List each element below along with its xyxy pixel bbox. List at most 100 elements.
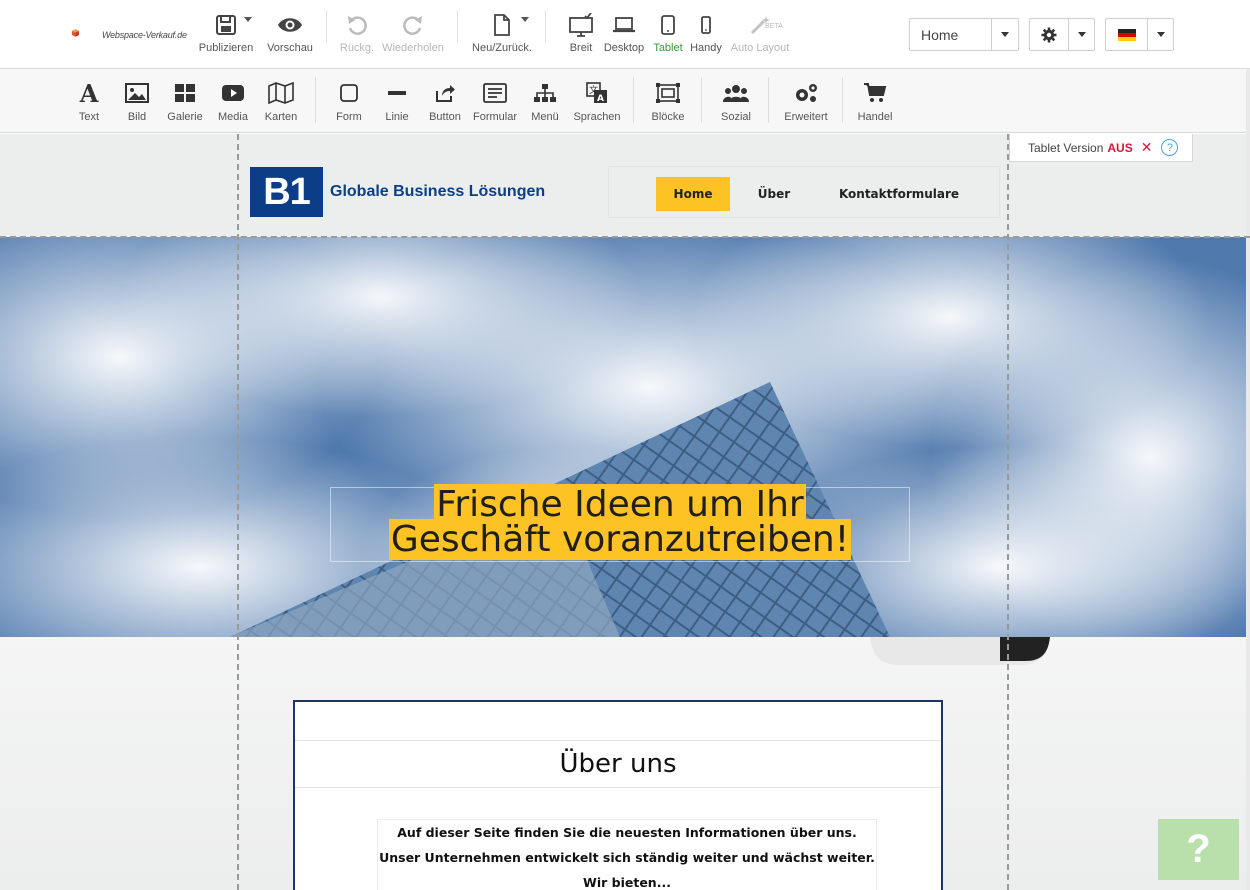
add-media-button[interactable]: Media	[214, 79, 252, 123]
new-page-button[interactable]: Neu/Zurück.	[468, 10, 536, 54]
add-button-button[interactable]: Button	[424, 79, 466, 123]
add-image-button[interactable]: Bild	[118, 79, 156, 123]
site-nav[interactable]: Home Über Kontaktformulare	[608, 166, 1000, 218]
settings-dropdown[interactable]	[1029, 18, 1095, 51]
add-blocks-label: Blöcke	[651, 111, 685, 123]
monitor-icon	[569, 13, 593, 37]
video-play-icon	[222, 85, 244, 101]
chevron-down-icon	[1156, 32, 1165, 37]
add-map-label: Karten	[264, 111, 298, 123]
view-tablet-button[interactable]: Tablet	[650, 10, 686, 54]
add-advanced-label: Erweitert	[784, 111, 828, 123]
add-form-button[interactable]: Formular	[470, 79, 520, 123]
top-toolbar: Webspace-Verkauf.de Publizieren Vorschau…	[0, 0, 1250, 69]
view-tablet-label: Tablet	[653, 42, 683, 54]
layout-guide-left	[237, 134, 239, 890]
about-title[interactable]: Über uns	[295, 740, 941, 788]
add-menu-button[interactable]: Menü	[526, 79, 564, 123]
add-languages-label: Sprachen	[573, 111, 621, 123]
add-form-label: Formular	[472, 111, 517, 123]
svg-text:A: A	[597, 94, 604, 104]
add-text-button[interactable]: A Text	[72, 79, 106, 124]
add-gallery-label: Galerie	[167, 111, 203, 123]
share-icon	[436, 85, 455, 102]
language-dropdown[interactable]	[1105, 18, 1174, 51]
undo-label: Rückg.	[339, 42, 375, 54]
add-blocks-button[interactable]: Blöcke	[648, 79, 688, 123]
auto-layout-label: Auto Layout	[730, 42, 790, 54]
redo-button[interactable]: Wiederholen	[380, 10, 446, 54]
add-media-label: Media	[218, 111, 248, 123]
tablet-version-label: Tablet Version	[1028, 140, 1104, 155]
logo-text: Webspace-Verkauf.de	[102, 30, 187, 40]
hero-headline-line-2: Geschäft voranzutreiben!	[388, 519, 852, 560]
view-mobile-label: Handy	[690, 42, 722, 54]
page-select-value: Home	[921, 26, 959, 43]
site-logo[interactable]: B1	[250, 167, 323, 217]
view-wide-label: Breit	[569, 42, 593, 54]
chevron-down-icon	[1001, 32, 1010, 37]
site-brand-name[interactable]: Globale Business Lösungen	[330, 183, 545, 201]
sitemap-icon	[534, 84, 556, 102]
divider	[315, 77, 316, 123]
gear-icon	[1041, 27, 1057, 42]
chevron-down-icon[interactable]	[521, 17, 529, 22]
about-text[interactable]: Auf dieser Seite finden Sie die neuesten…	[377, 819, 877, 890]
tablet-version-state[interactable]: AUS	[1107, 141, 1132, 155]
auto-layout-button[interactable]: BETA Auto Layout	[728, 10, 792, 54]
new-page-label: Neu/Zurück.	[472, 42, 532, 54]
add-image-label: Bild	[127, 111, 147, 123]
add-map-button[interactable]: Karten	[262, 79, 300, 123]
add-line-button[interactable]: Linie	[380, 79, 414, 123]
view-mobile-button[interactable]: Handy	[688, 10, 724, 54]
view-desktop-label: Desktop	[603, 42, 645, 54]
scrollbar[interactable]	[1246, 69, 1250, 890]
hero-section[interactable]: Frische Ideen um Ihr Geschäft voranzutre…	[0, 237, 1250, 637]
nav-item-contact[interactable]: Kontaktformulare	[829, 177, 969, 211]
publish-button[interactable]: Publizieren	[196, 10, 256, 54]
divider	[633, 77, 634, 123]
phone-decoration-image	[870, 637, 1050, 665]
about-section[interactable]: Über uns Auf dieser Seite finden Sie die…	[0, 637, 1250, 890]
add-gallery-button[interactable]: Galerie	[164, 79, 206, 123]
close-icon[interactable]: ✕	[1141, 139, 1153, 156]
undo-icon	[348, 16, 367, 35]
help-icon[interactable]: ?	[1161, 139, 1179, 156]
view-desktop-button[interactable]: Desktop	[602, 10, 646, 54]
page-select[interactable]: Home	[909, 18, 1019, 51]
gears-icon	[796, 84, 817, 102]
tablet-version-toggle[interactable]: Tablet Version AUS ✕ ?	[1009, 134, 1193, 162]
german-flag-icon	[1117, 28, 1136, 41]
form-icon	[483, 83, 507, 103]
add-shape-button[interactable]: Form	[332, 79, 366, 123]
add-advanced-button[interactable]: Erweitert	[780, 79, 832, 123]
redo-icon	[403, 16, 422, 35]
phone-icon	[701, 16, 711, 34]
preview-button[interactable]: Vorschau	[262, 10, 318, 54]
view-wide-button[interactable]: Breit	[564, 10, 598, 54]
help-button[interactable]: ?	[1158, 819, 1239, 880]
nav-item-home[interactable]: Home	[656, 177, 730, 211]
undo-button[interactable]: Rückg.	[336, 10, 378, 54]
add-commerce-button[interactable]: Handel	[854, 79, 896, 123]
chevron-down-icon[interactable]	[244, 17, 252, 22]
add-shape-label: Form	[336, 111, 362, 123]
add-commerce-label: Handel	[857, 111, 893, 123]
users-icon	[723, 85, 749, 102]
beta-badge: BETA	[765, 23, 783, 30]
redo-label: Wiederholen	[382, 42, 444, 54]
divider	[842, 77, 843, 123]
divider	[768, 77, 769, 123]
publish-label: Publizieren	[198, 42, 254, 54]
divider	[545, 10, 546, 42]
about-card[interactable]: Über uns Auf dieser Seite finden Sie die…	[293, 700, 943, 890]
add-social-button[interactable]: Sozial	[716, 79, 756, 123]
save-icon	[216, 15, 236, 35]
add-text-label: Text	[78, 111, 100, 123]
nav-item-about[interactable]: Über	[749, 177, 799, 211]
editor-canvas[interactable]: B1 Globale Business Lösungen Home Über K…	[0, 134, 1250, 890]
add-line-label: Linie	[385, 111, 409, 123]
hero-headline[interactable]: Frische Ideen um Ihr Geschäft voranzutre…	[330, 484, 910, 562]
image-icon	[125, 83, 149, 103]
add-languages-button[interactable]: 文A Sprachen	[570, 79, 624, 123]
